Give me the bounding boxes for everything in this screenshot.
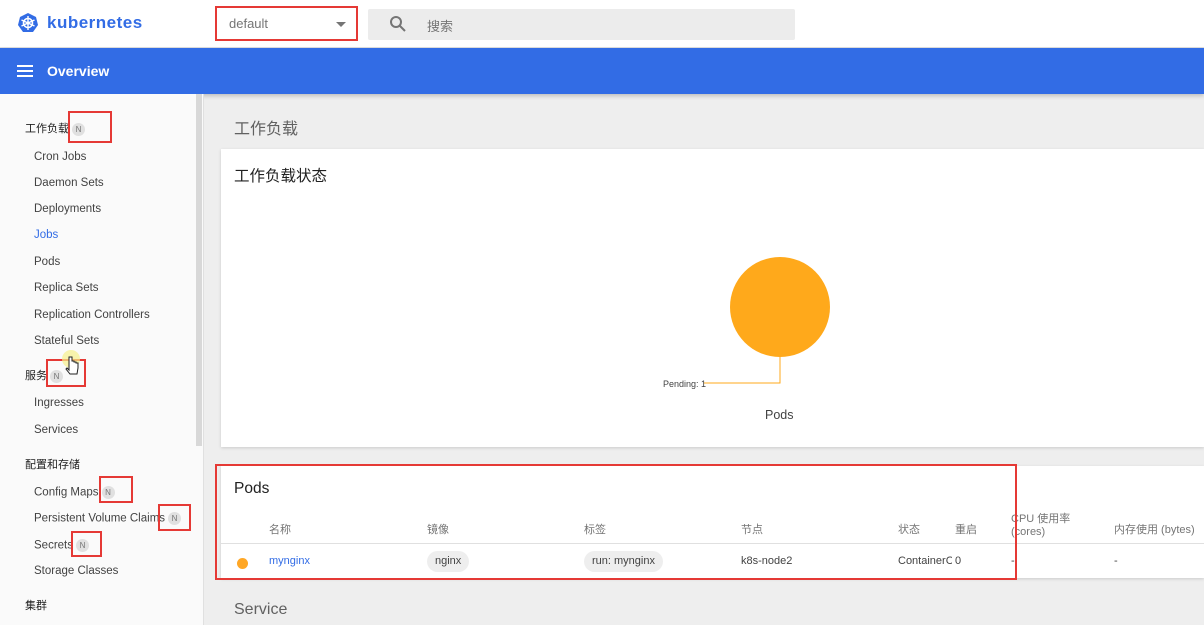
annotation-box <box>215 464 1017 580</box>
item-label: Config Maps <box>34 486 99 499</box>
search-placeholder: 搜索 <box>427 19 454 34</box>
sidebar-item-replica-sets[interactable]: Replica Sets <box>34 282 99 294</box>
logo-text: kubernetes <box>47 13 143 32</box>
namespace-select[interactable]: default <box>215 6 358 41</box>
item-label: Persistent Volume Claims <box>34 512 166 525</box>
pie-leader-line <box>704 357 781 384</box>
annotation-box <box>158 504 191 531</box>
sidebar: 工作负载 N Cron Jobs Daemon Sets Deployments … <box>0 94 204 625</box>
sidebar-item-ingresses[interactable]: Ingresses <box>34 397 84 409</box>
category-label: 服务 <box>25 370 47 382</box>
pods-pie-chart <box>704 257 830 384</box>
sidebar-item-stateful-sets[interactable]: Stateful Sets <box>34 335 99 347</box>
annotation-box <box>99 476 133 503</box>
sidebar-category-cluster[interactable]: 集群 <box>25 597 47 613</box>
dropdown-arrow-icon <box>336 22 346 27</box>
sidebar-item-services[interactable]: Services <box>34 424 78 436</box>
sidebar-item-jobs[interactable]: Jobs <box>34 229 58 241</box>
section-title-service: Service <box>234 601 288 618</box>
sidebar-category-config-storage[interactable]: 配置和存储 <box>25 456 80 472</box>
sidebar-item-pods[interactable]: Pods <box>34 256 60 268</box>
category-label: 集群 <box>25 600 47 612</box>
sidebar-item-storage-classes[interactable]: Storage Classes <box>34 565 118 577</box>
mouse-pointer-icon <box>62 350 80 375</box>
pie-slice-pending[interactable] <box>730 257 830 357</box>
sidebar-scrollbar[interactable] <box>196 94 202 446</box>
page-title: Overview <box>47 63 110 79</box>
pod-memory: - <box>1114 555 1118 567</box>
main-content: 工作负载 工作负载状态 Pending: 1 Pods Pods 名称 镜像 标… <box>204 94 1204 625</box>
search-icon <box>390 16 406 32</box>
item-label: Secrets <box>34 539 73 552</box>
sidebar-item-deployments[interactable]: Deployments <box>34 203 101 215</box>
namespace-value: default <box>229 16 269 31</box>
page-toolbar: Overview <box>0 48 1204 94</box>
menu-icon[interactable] <box>17 65 33 77</box>
section-title-workloads: 工作负载 <box>234 121 299 138</box>
category-label: 工作负载 <box>25 123 69 135</box>
kubernetes-logo[interactable]: kubernetes <box>17 12 143 34</box>
sidebar-item-replication-controllers[interactable]: Replication Controllers <box>34 309 150 321</box>
column-header-memory: 内存使用 (bytes) <box>1114 524 1195 536</box>
sidebar-item-cron-jobs[interactable]: Cron Jobs <box>34 151 86 163</box>
pie-slice-label: Pending: 1 <box>663 379 707 389</box>
top-bar: kubernetes default 搜索 <box>0 0 1204 48</box>
annotation-box <box>71 531 102 557</box>
category-label: 配置和存储 <box>25 459 80 471</box>
sidebar-item-daemon-sets[interactable]: Daemon Sets <box>34 177 104 189</box>
column-header-cpu: CPU 使用率 (cores) <box>1011 513 1071 538</box>
search-input[interactable]: 搜索 <box>368 9 795 40</box>
kubernetes-helm-icon <box>18 13 38 32</box>
workload-status-card: 工作负载状态 Pending: 1 Pods <box>221 149 1204 447</box>
chart-title: Pods <box>765 408 794 422</box>
annotation-box <box>68 111 112 143</box>
